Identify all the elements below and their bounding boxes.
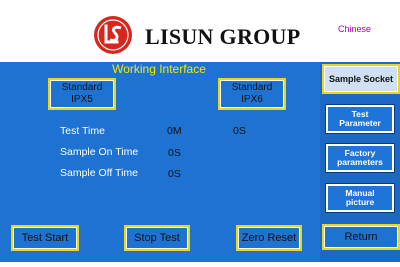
standard-ipx6-line1: Standard [231, 82, 273, 93]
standard-ipx5-line1: Standard [61, 82, 103, 93]
sample-off-time-label: Sample Off Time [60, 167, 139, 179]
manual-picture-line2: picture [345, 197, 375, 207]
factory-parameters-line2: parameters [337, 157, 383, 167]
stop-test-button[interactable]: Stop Test [124, 225, 190, 251]
standard-ipx6-button[interactable]: Standard IPX6 [218, 78, 286, 110]
zero-reset-button[interactable]: Zero Reset [236, 225, 302, 251]
standard-ipx6-line2: IPX6 [241, 94, 263, 105]
test-parameter-button[interactable]: Test Parameter [325, 104, 395, 134]
test-start-button[interactable]: Test Start [11, 225, 79, 251]
bottom-strip [0, 262, 400, 267]
test-time-minutes: 0M [167, 125, 182, 137]
standard-ipx5-button[interactable]: Standard IPX5 [48, 78, 116, 110]
factory-parameters-button[interactable]: Factory parameters [325, 143, 395, 173]
page-title: Working Interface [112, 62, 206, 76]
sample-socket-button[interactable]: Sample Socket [322, 64, 400, 94]
sample-off-time-value: 0S [168, 168, 181, 180]
return-button[interactable]: Return [322, 224, 400, 250]
manual-picture-button[interactable]: Manual picture [325, 183, 395, 213]
language-link[interactable]: Chinese [338, 24, 371, 34]
test-time-label: Test Time [60, 125, 105, 137]
sample-on-time-label: Sample On Time [60, 146, 139, 158]
brand-name: LISUN GROUP [145, 24, 301, 49]
test-time-seconds: 0S [233, 125, 246, 137]
sample-on-time-value: 0S [168, 147, 181, 159]
lisun-logo-icon [94, 16, 132, 54]
app-screen: LISUN GROUP Chinese Working Interface St… [0, 0, 400, 267]
standard-ipx5-line2: IPX5 [71, 94, 93, 105]
test-parameter-line2: Parameter [339, 118, 381, 128]
header-bar: LISUN GROUP Chinese [0, 0, 400, 62]
